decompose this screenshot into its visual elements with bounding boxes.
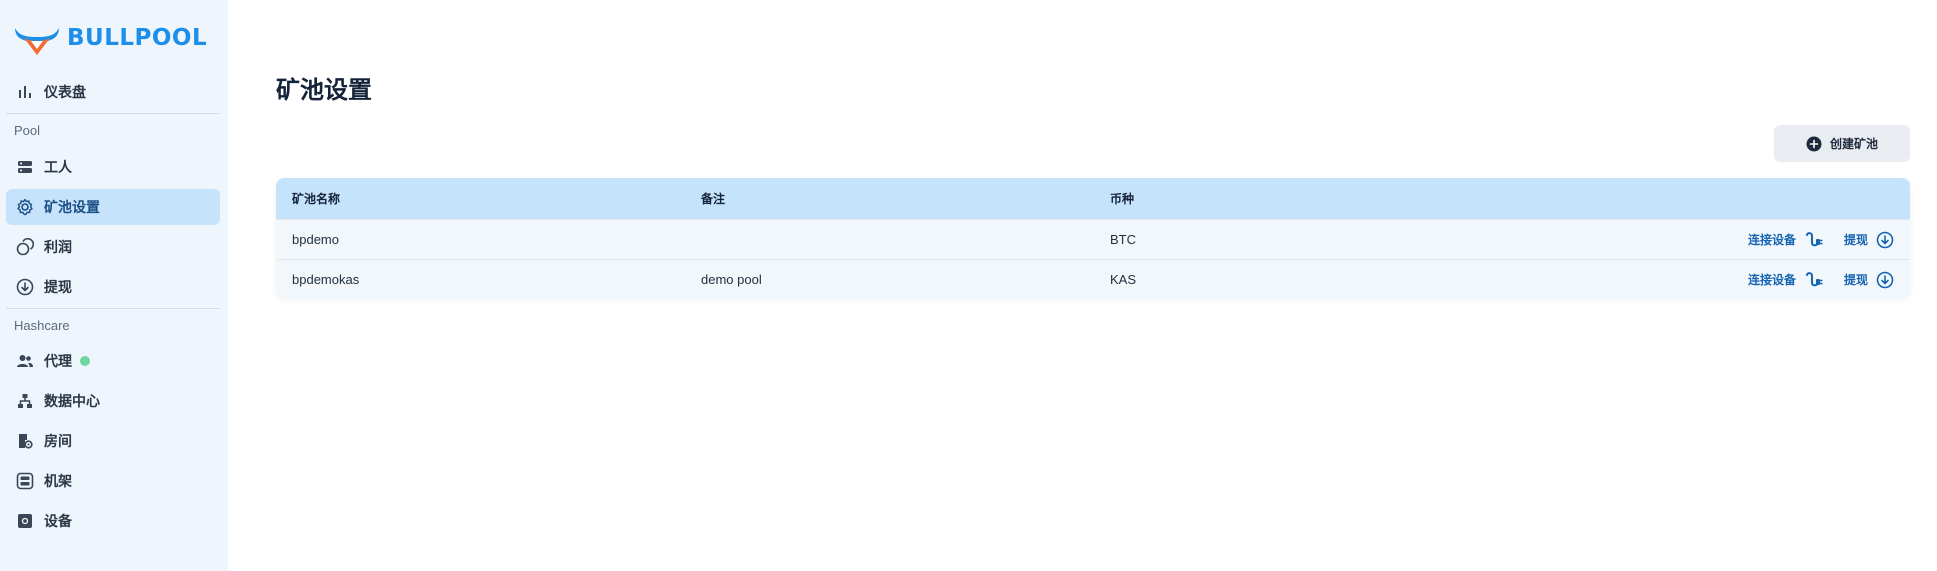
pools-table: 矿池名称 备注 币种 bpdemo BTC 连接设备 提现 bpdemokas … — [276, 178, 1910, 299]
sidebar-item-label: 设备 — [44, 513, 72, 529]
sidebar-item-label: 数据中心 — [44, 393, 100, 409]
create-pool-button[interactable]: 创建矿池 — [1774, 125, 1910, 162]
brand-name: BULLPOOL — [67, 25, 208, 51]
divider — [6, 113, 220, 114]
page-title: 矿池设置 — [276, 77, 372, 104]
create-pool-label: 创建矿池 — [1829, 137, 1878, 151]
brand-logo[interactable]: BULLPOOL — [13, 18, 207, 58]
sitemap-icon — [14, 390, 36, 412]
table-header: 矿池名称 备注 币种 — [276, 178, 1910, 219]
sidebar-item-label: 代理 — [44, 353, 72, 369]
sidebar-item-profit[interactable]: 利润 — [6, 229, 220, 265]
section-label-pool: Pool — [14, 123, 41, 138]
sidebar-item-label: 矿池设置 — [44, 199, 100, 215]
connect-device-link[interactable]: 连接设备 — [1748, 231, 1796, 248]
rack-icon — [14, 470, 36, 492]
pool-coin-cell: KAS — [1110, 272, 1137, 287]
bull-logo-icon — [15, 28, 59, 55]
plug-icon[interactable] — [1804, 270, 1824, 290]
connect-device-link[interactable]: 连接设备 — [1748, 271, 1796, 288]
sidebar-item-label: 提现 — [44, 279, 72, 295]
gear-icon — [14, 196, 36, 218]
sidebar-item-agents[interactable]: 代理 — [6, 343, 220, 379]
sidebar: BULLPOOL 仪表盘 Pool 工人 矿池设置 利润 提现 Hashcare — [0, 0, 228, 571]
sidebar-item-pool-settings[interactable]: 矿池设置 — [6, 189, 220, 225]
plus-circle-icon — [1806, 136, 1822, 152]
sidebar-item-devices[interactable]: 设备 — [6, 503, 220, 539]
column-header-pool-name: 矿池名称 — [292, 192, 341, 206]
divider — [6, 308, 220, 309]
sidebar-item-label: 机架 — [44, 473, 72, 489]
table-row: bpdemo BTC 连接设备 提现 — [276, 219, 1910, 259]
column-header-note: 备注 — [701, 192, 726, 206]
sidebar-item-datacenter[interactable]: 数据中心 — [6, 383, 220, 419]
sidebar-item-label: 工人 — [44, 159, 72, 175]
sidebar-item-label: 利润 — [44, 239, 72, 255]
pool-name-cell: bpdemo — [292, 232, 339, 247]
download-circle-icon — [14, 276, 36, 298]
withdraw-link[interactable]: 提现 — [1844, 231, 1868, 248]
sidebar-item-workers[interactable]: 工人 — [6, 149, 220, 185]
sidebar-item-rooms[interactable]: 房间 — [6, 423, 220, 459]
plug-icon[interactable] — [1804, 230, 1824, 250]
sidebar-item-withdraw[interactable]: 提现 — [6, 269, 220, 305]
server-icon — [14, 156, 36, 178]
download-circle-icon[interactable] — [1876, 231, 1894, 249]
row-actions: 连接设备 提现 — [1748, 270, 1894, 290]
download-circle-icon[interactable] — [1876, 271, 1894, 289]
coins-icon — [14, 236, 36, 258]
row-actions: 连接设备 提现 — [1748, 230, 1894, 250]
device-icon — [14, 510, 36, 532]
pool-note-cell: demo pool — [701, 272, 762, 287]
online-status-dot — [80, 356, 90, 366]
sidebar-item-label: 仪表盘 — [44, 84, 86, 100]
sidebar-item-racks[interactable]: 机架 — [6, 463, 220, 499]
withdraw-link[interactable]: 提现 — [1844, 271, 1868, 288]
pool-name-cell: bpdemokas — [292, 272, 360, 287]
section-label-hashcare: Hashcare — [14, 318, 70, 333]
pool-coin-cell: BTC — [1110, 232, 1136, 247]
table-row: bpdemokas demo pool KAS 连接设备 提现 — [276, 259, 1910, 299]
bar-chart-icon — [14, 81, 36, 103]
column-header-coin: 币种 — [1110, 192, 1135, 206]
sidebar-item-label: 房间 — [44, 433, 72, 449]
sidebar-item-dashboard[interactable]: 仪表盘 — [6, 74, 220, 110]
users-icon — [14, 350, 36, 372]
room-gear-icon — [14, 430, 36, 452]
